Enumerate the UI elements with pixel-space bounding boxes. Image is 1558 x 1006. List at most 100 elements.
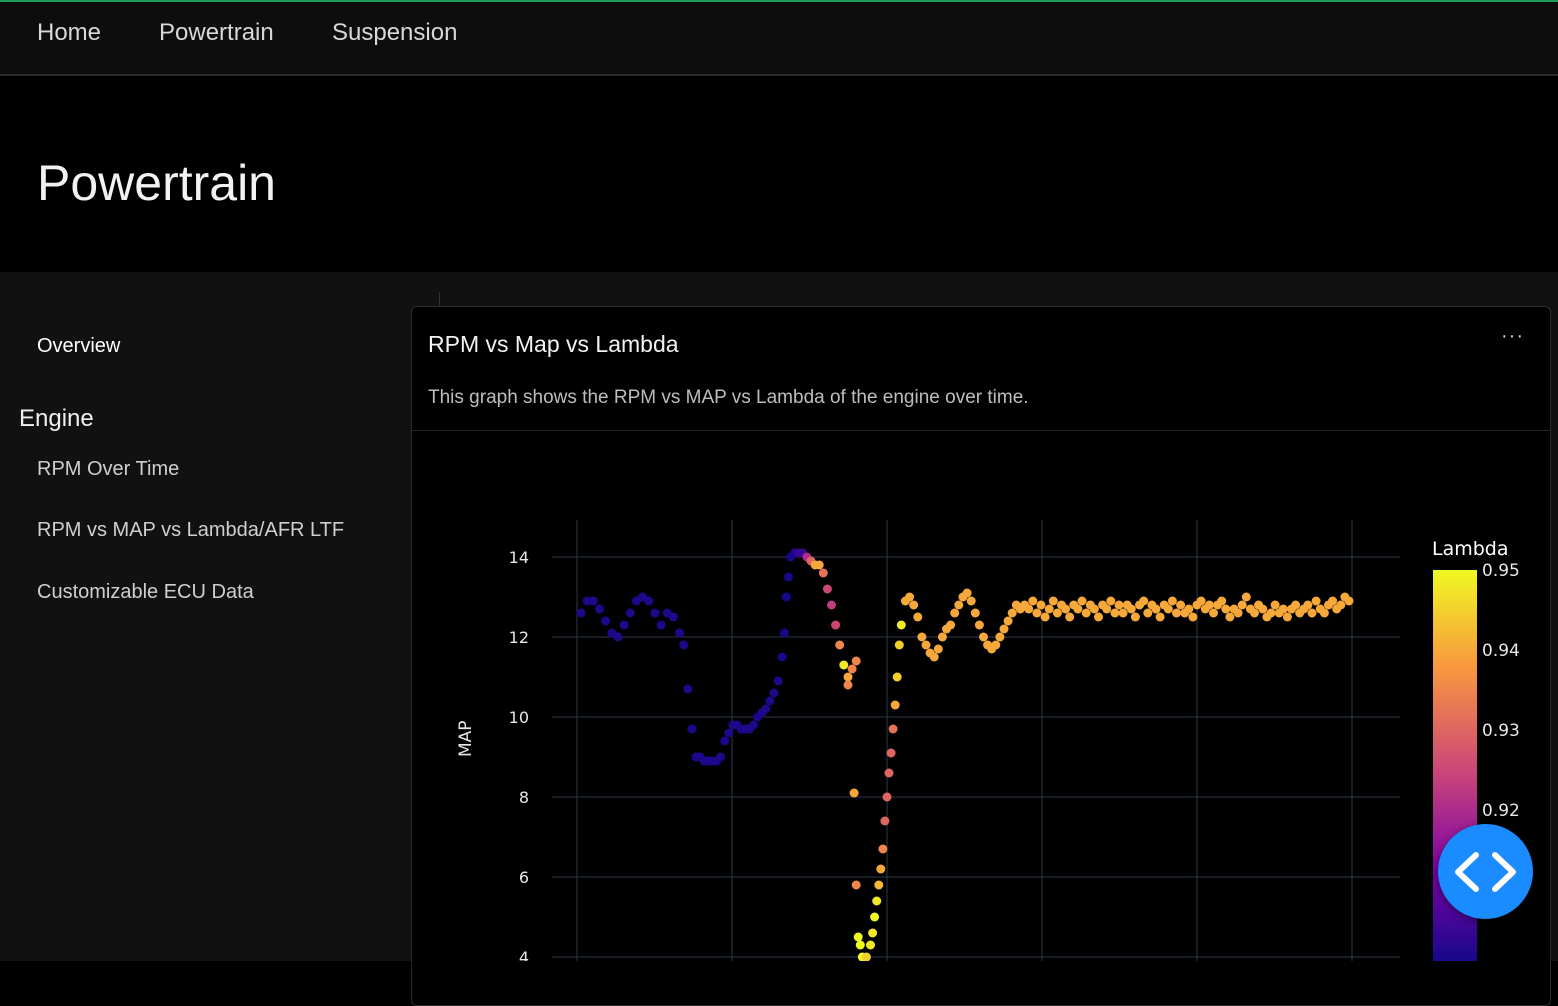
chart-grid [552,520,1400,961]
data-point [917,632,927,642]
data-point [1204,600,1214,610]
sidebar-item-rpm-over-time[interactable]: RPM Over Time [37,458,179,481]
nav-suspension-link[interactable]: Suspension [332,19,457,47]
data-point [779,628,789,638]
data-point [1336,600,1346,610]
data-point [769,688,779,698]
data-point [1036,600,1046,610]
scatter-chart: 4 6 8 10 12 14 MAP Lambda 0.95 0.94 0.93 0.92 [456,520,1520,961]
data-point [896,620,906,630]
chart-card-title: RPM vs Map vs Lambda [428,331,679,357]
nav-home-link[interactable]: Home [37,19,101,47]
data-point [1225,612,1235,622]
data-point [1155,612,1165,622]
data-point [588,596,598,606]
sidebar: Overview Engine RPM Over Time RPM vs MAP… [0,272,400,961]
data-point [683,684,693,694]
data-point [966,596,976,606]
data-point [874,880,884,890]
sidebar-item-rpm-map-lambda[interactable]: RPM vs MAP vs Lambda/AFR LTF [37,519,344,542]
data-point [827,600,836,610]
data-point [822,584,832,594]
data-point [1282,612,1292,622]
data-point [1065,612,1075,622]
data-point [724,728,734,738]
data-point [777,652,787,662]
data-point [687,724,697,734]
y-axis-label: MAP [456,720,476,757]
top-navbar: Home Powertrain Suspension [0,0,1558,76]
data-point [1196,596,1206,606]
nav-powertrain-link[interactable]: Powertrain [159,19,274,47]
data-point [1151,604,1161,614]
data-point [1040,612,1050,622]
colorbar-title: Lambda [1432,538,1509,560]
data-point [679,640,689,650]
data-point [783,572,793,582]
data-point [882,792,892,802]
data-point [851,880,861,890]
data-point [921,640,931,650]
data-point [1344,596,1354,606]
data-point [1209,608,1218,618]
data-point [995,632,1005,642]
data-point [749,720,758,730]
data-point [761,704,771,714]
data-point [1188,612,1198,622]
data-point [851,656,861,666]
data-point [1307,608,1317,618]
data-point [886,748,896,758]
colorbar-tick-label: 0.93 [1482,721,1520,741]
y-axis-ticks: 4 6 8 10 12 14 [509,548,529,961]
data-point [576,608,586,618]
code-toggle-button[interactable] [1438,824,1533,919]
data-point [1221,604,1231,614]
data-point [937,632,947,642]
data-point [847,664,857,674]
data-point [1278,604,1288,614]
data-point [1258,604,1268,614]
sidebar-item-overview[interactable]: Overview [37,335,120,358]
data-point [999,624,1009,634]
data-point [1184,604,1194,614]
data-point [1311,596,1321,606]
data-point [781,592,791,602]
data-point [656,620,666,630]
data-point [890,700,900,710]
data-point [843,672,853,682]
data-point [933,644,943,654]
data-point [1130,612,1140,622]
y-tick-label: 4 [519,948,529,961]
data-point [720,736,730,746]
data-point [1270,600,1280,610]
data-point [773,676,783,686]
ellipsis-icon[interactable]: ··· [1501,325,1524,348]
divider [439,292,440,306]
data-point [979,632,988,642]
data-point [1291,600,1301,610]
data-point [1118,608,1128,618]
sidebar-item-custom-ecu-data[interactable]: Customizable ECU Data [37,581,254,604]
chart-points [576,548,1354,961]
data-point [884,768,894,778]
data-point [946,620,956,630]
y-tick-label: 8 [519,788,529,807]
data-point [644,596,654,606]
page-title: Powertrain [37,155,276,211]
data-point [1172,608,1181,618]
colorbar-tick-label: 0.92 [1482,801,1520,821]
y-tick-label: 12 [509,628,529,647]
data-point [1328,596,1338,606]
data-point [954,600,964,610]
data-point [855,940,865,950]
data-point [675,628,685,638]
data-point [843,680,853,690]
data-point [974,620,984,630]
data-point [1167,596,1177,606]
data-point [1303,600,1313,610]
data-point [1176,600,1186,610]
data-point [853,932,863,942]
data-point [894,640,904,650]
data-point [601,616,611,626]
data-point [650,608,660,618]
